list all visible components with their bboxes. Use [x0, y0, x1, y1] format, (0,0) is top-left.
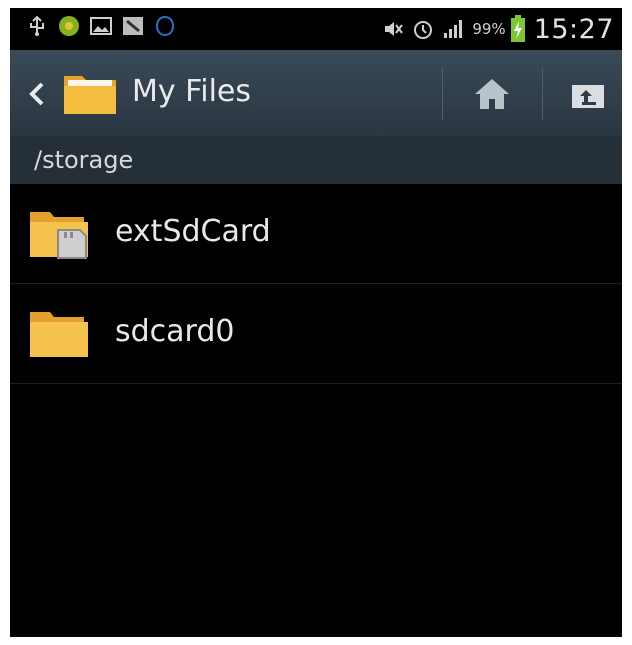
battery-charging-icon	[510, 15, 525, 42]
current-path: /storage	[34, 146, 134, 174]
action-bar: My Files	[10, 50, 622, 136]
list-item-extsdcard[interactable]: extSdCard	[10, 184, 622, 284]
folder-icon	[30, 312, 88, 357]
system-icons: 99% 15:27	[382, 12, 614, 46]
home-icon[interactable]	[472, 76, 512, 112]
file-list: extSdCard sdcard0	[10, 184, 622, 384]
image-icon	[90, 17, 112, 35]
file-name: extSdCard	[115, 214, 271, 249]
folder-up-icon[interactable]	[570, 80, 606, 110]
folder-icon	[64, 76, 116, 114]
sd-card-folder-icon	[30, 212, 88, 259]
mute-icon	[385, 22, 404, 36]
messenger-icon	[155, 15, 175, 37]
phone-screen: 99% 15:27 My Files /storage extSdCard sd…	[10, 8, 622, 637]
clock: 15:27	[533, 13, 614, 45]
status-bar: 99% 15:27	[10, 8, 622, 50]
page-title: My Files	[132, 74, 252, 109]
list-item-sdcard0[interactable]: sdcard0	[10, 284, 622, 384]
app-notification-icon	[59, 16, 79, 36]
divider	[542, 68, 543, 120]
breadcrumb: /storage	[10, 136, 622, 184]
usb-icon	[30, 15, 44, 36]
screenshot-icon	[123, 17, 143, 35]
divider	[442, 68, 443, 120]
file-name: sdcard0	[115, 314, 235, 349]
alarm-icon	[414, 21, 433, 39]
notification-icons	[26, 15, 176, 37]
battery-percent: 99%	[472, 20, 506, 38]
signal-icon	[444, 20, 463, 38]
